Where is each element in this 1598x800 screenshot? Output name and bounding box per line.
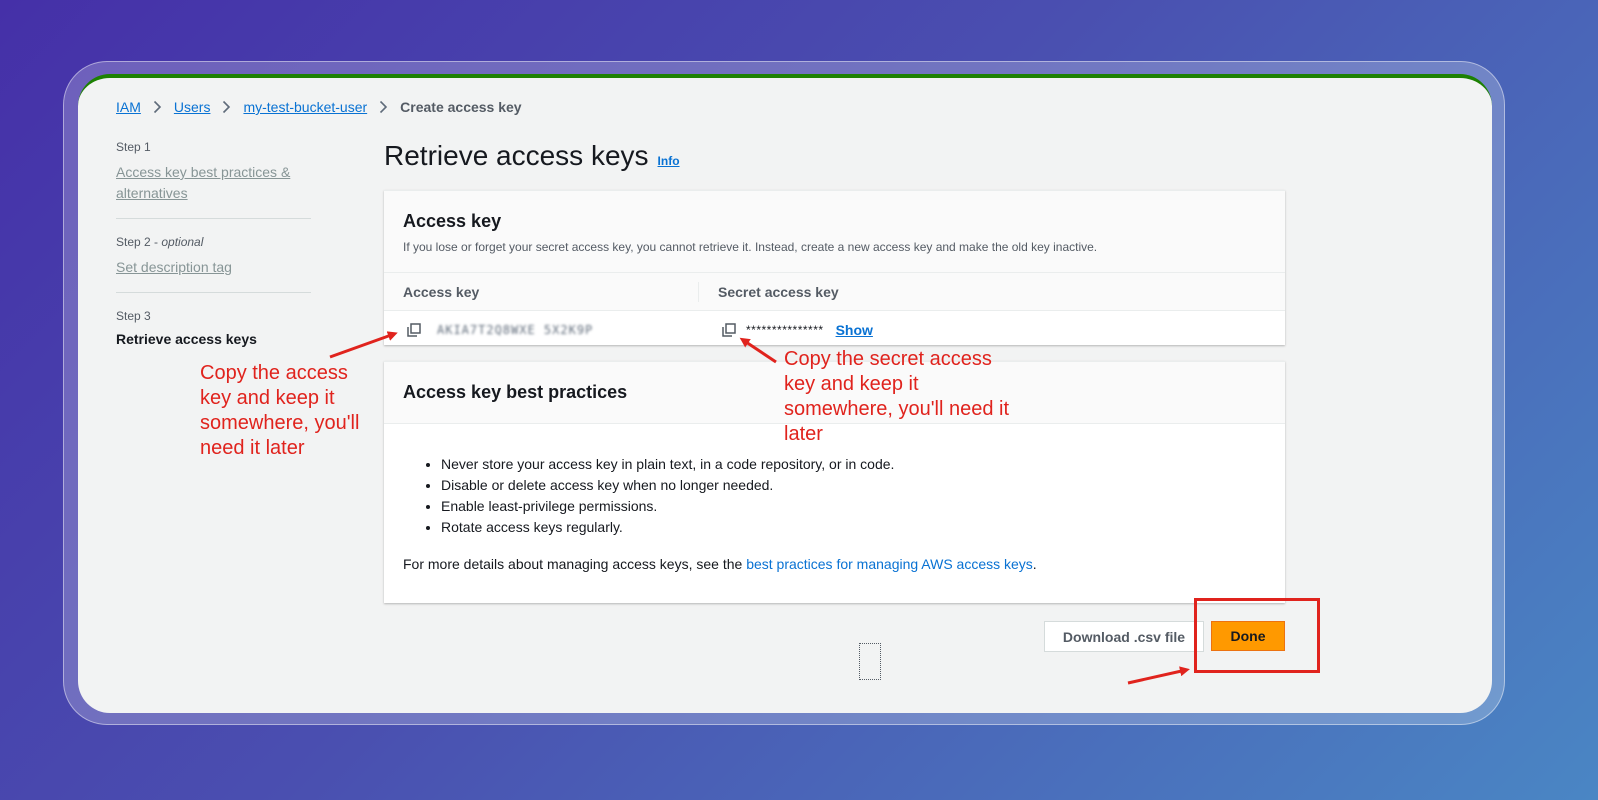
list-item: Rotate access keys regularly.: [441, 517, 1266, 538]
panel-description: If you lose or forget your secret access…: [403, 240, 1098, 254]
page-header: Retrieve access keys Info: [384, 140, 680, 172]
focus-outline: [859, 643, 881, 680]
step-1-link[interactable]: Access key best practices & alternatives: [116, 164, 290, 201]
access-key-annotation: Copy the access key and keep it somewher…: [200, 362, 360, 459]
breadcrumb-user[interactable]: my-test-bucket-user: [243, 99, 367, 115]
info-link[interactable]: Info: [658, 154, 680, 168]
page-title: Retrieve access keys: [384, 140, 649, 171]
secret-key-cell: *************** Show: [699, 322, 873, 338]
access-key-panel-header: Access key If you lose or forget your se…: [384, 191, 1285, 273]
more-details-prefix: For more details about managing access k…: [403, 556, 747, 572]
step-number: Step 1: [116, 140, 151, 154]
breadcrumb: IAM Users my-test-bucket-user Create acc…: [116, 99, 522, 115]
access-key-column-header: Access key: [384, 281, 699, 302]
list-item: Never store your access key in plain tex…: [441, 454, 1266, 475]
more-details-text: For more details about managing access k…: [384, 538, 1285, 572]
step-number-text: Step 2 -: [116, 235, 162, 249]
download-csv-button[interactable]: Download .csv file: [1044, 621, 1204, 652]
list-item: Disable or delete access key when no lon…: [441, 475, 1266, 496]
show-secret-button[interactable]: Show: [836, 322, 873, 338]
chevron-right-icon: [222, 100, 231, 114]
access-key-cell: AKIA7T2Q8WXE 5X2K9P: [384, 323, 699, 337]
secret-key-masked: ***************: [746, 322, 824, 337]
best-practices-link[interactable]: best practices for managing AWS access k…: [746, 556, 1033, 572]
copy-icon[interactable]: [407, 322, 421, 337]
wizard-step-2: Step 2 - optional Set description tag: [116, 235, 311, 293]
copy-icon[interactable]: [722, 322, 736, 337]
step-2-link[interactable]: Set description tag: [116, 259, 232, 275]
secret-key-column-header: Secret access key: [718, 283, 839, 300]
access-key-value: AKIA7T2Q8WXE 5X2K9P: [437, 322, 594, 337]
step-number: Step 2 - optional: [116, 235, 311, 249]
done-highlight-box: [1194, 598, 1320, 673]
panel-title: Access key: [403, 211, 502, 231]
wizard-step-1: Step 1 Access key best practices & alter…: [116, 140, 311, 219]
access-key-panel: Access key If you lose or forget your se…: [384, 190, 1285, 345]
list-item: Enable least-privilege permissions.: [441, 496, 1266, 517]
secret-key-annotation: Copy the secret access key and keep it s…: [784, 348, 1010, 445]
step-optional-label: optional: [161, 235, 204, 249]
step-3-current: Retrieve access keys: [116, 331, 257, 347]
more-details-suffix: .: [1032, 556, 1037, 572]
chevron-right-icon: [379, 100, 388, 114]
wizard-steps: Step 1 Access key best practices & alter…: [116, 140, 311, 377]
chevron-right-icon: [153, 100, 162, 114]
wizard-step-3: Step 3 Retrieve access keys: [116, 309, 311, 361]
key-table-header: Access key Secret access key: [384, 273, 1285, 311]
step-number: Step 3: [116, 309, 151, 323]
breadcrumb-current: Create access key: [400, 99, 522, 115]
breadcrumb-iam[interactable]: IAM: [116, 99, 141, 115]
breadcrumb-users[interactable]: Users: [174, 99, 211, 115]
key-table-row: AKIA7T2Q8WXE 5X2K9P *************** Show: [384, 311, 1285, 348]
